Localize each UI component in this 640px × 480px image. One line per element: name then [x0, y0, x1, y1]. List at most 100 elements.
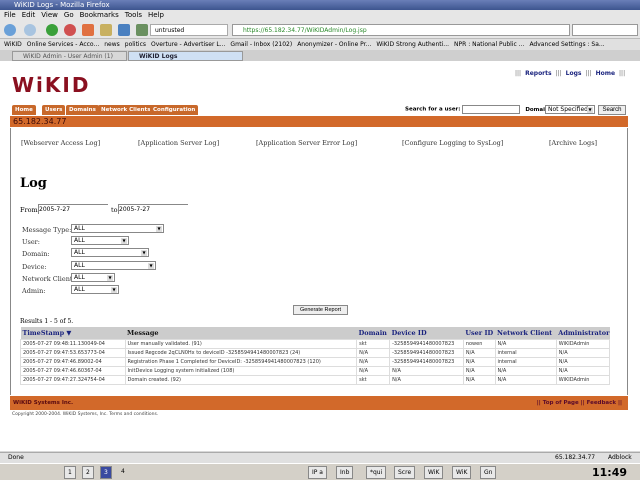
bookmark[interactable]: politics [125, 41, 146, 48]
menu-edit[interactable]: Edit [22, 11, 36, 19]
configure-syslog-link[interactable]: [Configure Logging to SysLog] [402, 139, 503, 147]
menu-go[interactable]: Go [64, 11, 74, 19]
nav-tab-network-clients[interactable]: Network Clients [98, 105, 154, 115]
admin-label: Admin: [22, 287, 46, 295]
bookmark[interactable]: Online Services - Acco... [27, 41, 99, 48]
page-title: Log [20, 176, 47, 191]
message-type-select[interactable]: ALL ▼ [71, 224, 164, 233]
task-button[interactable]: IP a [308, 466, 327, 479]
task-button[interactable]: WiK [424, 466, 444, 479]
task-button[interactable]: Inb [336, 466, 354, 479]
user-select[interactable]: ALL ▼ [71, 236, 129, 245]
search-button[interactable]: Search [598, 105, 626, 115]
bookmarks-bar: WiKID Online Services - Acco... news politi… [0, 39, 640, 50]
table-cell: 2005-07-27 09:47:46.89002-04 [20, 356, 126, 367]
workspace-2[interactable]: 2 [82, 466, 94, 479]
table-cell: 2005-07-27 09:47:27.324754-04 [20, 374, 126, 385]
task-button[interactable]: Scre [394, 466, 416, 479]
table-cell: nowen [462, 338, 496, 349]
domain-select[interactable]: Not Specified ▼ [545, 105, 595, 114]
table-cell: N/A [462, 365, 496, 376]
bookmark[interactable]: Gmail - Inbox (2102) [230, 41, 292, 48]
task-button[interactable]: WiK [452, 466, 472, 479]
adblock-button[interactable]: Adblock [608, 453, 632, 463]
forward-icon[interactable] [24, 24, 36, 36]
table-cell: -3258594941480007823 [389, 338, 464, 349]
bookmark[interactable]: NPR : National Public ... [454, 41, 524, 48]
home-link[interactable]: Home [596, 70, 615, 77]
tab-user-admin[interactable]: WiKID Admin - User Admin (1) [12, 51, 127, 61]
search-box[interactable] [572, 24, 638, 36]
user-search-input[interactable] [462, 105, 521, 114]
column-label: TimeStamp [22, 328, 65, 337]
tab-logs[interactable]: WiKID Logs [128, 51, 243, 61]
to-date-input[interactable]: 2005-7-27 [118, 204, 188, 214]
print-icon[interactable] [82, 24, 94, 36]
nav-tab-domains[interactable]: Domains [66, 105, 99, 115]
table-cell: N/A [555, 356, 611, 367]
menu-bookmarks[interactable]: Bookmarks [80, 11, 119, 19]
menu-help[interactable]: Help [148, 11, 164, 19]
network-client-select[interactable]: ALL ▼ [71, 273, 115, 282]
workspace-1[interactable]: 1 [64, 466, 76, 479]
admin-select[interactable]: ALL ▼ [71, 285, 119, 294]
domain-filter-label: Domain: [22, 250, 50, 258]
nav-tab-configuration[interactable]: Configuration [150, 105, 199, 115]
feedback-link[interactable]: Feedback [587, 400, 617, 406]
extension-icon[interactable] [100, 24, 112, 36]
column-administrator[interactable]: Administrator [556, 327, 610, 339]
nav-tab-users[interactable]: Users [42, 105, 66, 115]
bookmark[interactable]: WiKID [4, 41, 22, 48]
logs-link[interactable]: Logs [566, 70, 582, 77]
bookmark[interactable]: Anonymizer - Online Pr... [297, 41, 371, 48]
table-row: 2005-07-27 09:47:53.653773-04 Issued Regc… [20, 347, 611, 358]
menu-view[interactable]: View [41, 11, 58, 19]
reload-icon[interactable] [46, 24, 58, 36]
table-cell: N/A [555, 347, 611, 358]
column-domain[interactable]: Domain [356, 327, 390, 339]
chevron-down-icon: ▼ [141, 250, 147, 256]
workspace-3[interactable]: 3 [100, 466, 112, 479]
table-cell: 2005-07-27 09:48:11.130049-04 [20, 338, 126, 349]
table-cell: -3258594941480007823 [389, 356, 464, 367]
device-label: Device: [22, 263, 47, 271]
workspace-4[interactable]: 4 [118, 466, 128, 479]
profile-field[interactable]: untrusted [150, 24, 228, 36]
taskbar: 1 2 3 4 IP a Inb *qui Scre WiK WiK Gn 11… [0, 463, 640, 480]
menu-file[interactable]: File [4, 11, 16, 19]
column-user-id[interactable]: User ID [463, 327, 495, 339]
column-device-id[interactable]: Device ID [389, 327, 464, 339]
table-cell: N/A [356, 365, 391, 376]
reports-link[interactable]: Reports [525, 70, 552, 77]
from-date-input[interactable]: 2005-7-27 [38, 204, 108, 214]
bookmark-add-icon[interactable] [118, 24, 130, 36]
column-timestamp[interactable]: TimeStamp ▼ [20, 327, 126, 339]
generate-report-button[interactable]: Generate Report [293, 305, 348, 315]
task-button[interactable]: Gn [480, 466, 497, 479]
menu-tools[interactable]: Tools [125, 11, 142, 19]
bookmark[interactable]: news [104, 41, 120, 48]
application-server-error-log-link[interactable]: [Application Server Error Log] [256, 139, 357, 147]
top-of-page-link[interactable]: Top of Page [543, 400, 579, 406]
table-cell: N/A [494, 374, 557, 385]
back-icon[interactable] [4, 24, 16, 36]
application-server-log-link[interactable]: [Application Server Log] [138, 139, 219, 147]
chevron-down-icon: ▼ [156, 226, 162, 232]
device-select[interactable]: ALL ▼ [71, 261, 156, 270]
url-bar[interactable]: https://65.182.34.77/WiKIDAdmin/Log.jsp [232, 24, 570, 36]
bookmark[interactable]: Overture - Advertiser L... [151, 41, 225, 48]
archive-logs-link[interactable]: [Archive Logs] [549, 139, 597, 147]
home-icon[interactable] [136, 24, 148, 36]
task-button[interactable]: *qui [366, 466, 387, 479]
domain-filter-select[interactable]: ALL ▼ [71, 248, 149, 257]
bookmark[interactable]: WiKID Strong Authenti... [376, 41, 449, 48]
sort-desc-icon: ▼ [66, 328, 72, 337]
network-client-label: Network Client: [22, 275, 75, 283]
stop-icon[interactable] [64, 24, 76, 36]
table-row: 2005-07-27 09:47:46.60367-04 InitDevice L… [20, 365, 611, 376]
webserver-access-log-link[interactable]: [Webserver Access Log] [21, 139, 100, 147]
nav-tab-home[interactable]: Home [12, 105, 36, 115]
column-network-client[interactable]: Network Client [495, 327, 557, 339]
bookmark[interactable]: Advanced Settings : Sa... [529, 41, 604, 48]
message-type-label: Message Type: [22, 226, 72, 234]
